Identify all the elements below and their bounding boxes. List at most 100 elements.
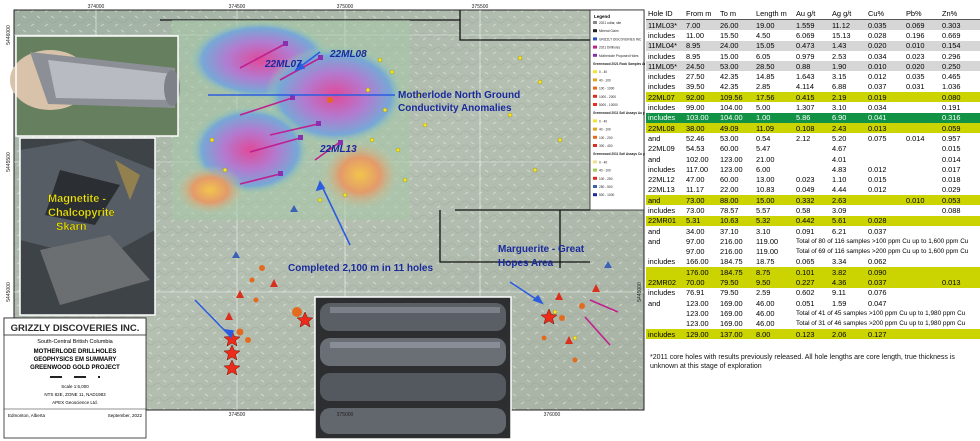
table-cell: 8.95	[684, 40, 718, 51]
table-cell: 22ML09	[648, 144, 675, 154]
table-cell: Total of 41 of 45 samples >100 ppm Cu up…	[796, 309, 966, 317]
column-header: Cu%	[866, 8, 904, 20]
table-cell: 39.50	[686, 82, 705, 92]
table-cell: and	[648, 236, 661, 246]
table-cell: 0.957	[942, 133, 961, 143]
table-cell	[904, 164, 940, 174]
table-row: includes 76.91 79.50 2.59 0.602 9.11 0.076	[646, 288, 980, 298]
legend-swatch	[593, 37, 597, 41]
table-cell: 2.53	[832, 51, 847, 61]
table-cell: 104.00	[720, 103, 743, 113]
table-row: includes 99.00 104.00 5.00 1.307 3.10 0.034 0.1…	[646, 102, 980, 112]
legend-swatch	[593, 168, 597, 172]
table-body: 11ML03* 7.00 26.00 19.00 1.559 11.12 0.035 0.06…	[646, 19, 980, 340]
table-cell: 3.34	[832, 257, 847, 267]
table-cell: 102.00	[686, 154, 709, 164]
table-row: 11ML04* 8.95 24.00 15.05 0.473 1.43 0.020 0.010…	[646, 40, 980, 51]
table-cell: 0.014	[906, 133, 925, 143]
table-cell: 49.09	[718, 122, 754, 134]
table-cell: 0.020	[866, 40, 904, 51]
table-cell: 60.00	[720, 144, 739, 154]
table-cell	[904, 102, 940, 112]
table-cell: includes	[648, 72, 676, 82]
table-cell: 0.047	[868, 298, 887, 308]
table-cell: 28.50	[754, 61, 794, 72]
callout-skarn-line1: Magnetite -	[48, 193, 106, 205]
legend-swatch	[593, 103, 597, 106]
table-cell: 0.415	[794, 92, 830, 103]
table-cell: 0.017	[942, 164, 961, 174]
table-row: includes 129.00 137.00 8.00 0.123 2.06 0.127	[646, 328, 980, 340]
table-cell: 1.559	[794, 19, 830, 31]
table-cell: and	[648, 298, 661, 308]
table-cell: 6.05	[756, 51, 771, 61]
table-row: 123.00 169.00 46.00 Total of 41 of 45 sampl…	[646, 308, 980, 318]
table-cell: 1.307	[796, 103, 815, 113]
legend-swatch	[593, 21, 597, 24]
table-cell: and	[648, 133, 661, 143]
table-cell: 0.069	[904, 19, 940, 31]
legend-swatch	[593, 45, 597, 49]
table-cell: 53.00	[720, 133, 739, 143]
hole-label-22ml07: 22ML07	[264, 59, 302, 70]
legend-item-label: 250 - 500	[599, 185, 613, 189]
table-cell: 15.05	[754, 40, 794, 51]
table-row: 176.00 184.75 8.75 0.101 3.82 0.090	[646, 267, 980, 278]
right-coord: 5445000	[637, 282, 643, 302]
table-cell: 4.114	[796, 82, 814, 92]
table-cell: 5.57	[756, 205, 771, 215]
table-cell: 79.50	[718, 277, 754, 288]
table-cell: 70.00	[684, 277, 718, 288]
table-cell: includes	[646, 328, 684, 340]
legend-item-label: 100 - 200	[599, 136, 613, 140]
table-cell: 42.35	[720, 82, 739, 92]
table-cell: 184.75	[718, 267, 754, 278]
table-cell: 166.00	[686, 257, 709, 267]
table-row: includes 8.95 15.00 6.05 0.979 2.53 0.034 0.023…	[646, 51, 980, 61]
table-cell: 9.50	[754, 277, 794, 288]
table-cell: 2.59	[756, 288, 771, 298]
table-cell: 5.61	[830, 215, 866, 226]
legend-item-label: 0 - 40	[599, 70, 607, 74]
table-cell: 22ML13	[648, 185, 675, 195]
legend-item-label: Greenwood 2011 Soil Assays Cu ppm	[593, 152, 645, 156]
table-cell: Total of 80 of 116 samples >100 ppm Cu u…	[796, 237, 969, 245]
table-cell: 1.643	[796, 72, 815, 82]
table-cell: includes	[648, 288, 676, 298]
table-cell	[904, 174, 940, 184]
company-name: GRIZZLY DISCOVERIES INC.	[11, 323, 140, 334]
table-row: includes 103.00 104.00 1.00 5.86 6.90 0.041 0.3…	[646, 112, 980, 123]
table-cell: 6.21	[832, 226, 847, 236]
table-cell: 129.00	[684, 328, 718, 340]
table-cell: 0.035	[906, 72, 925, 82]
table-cell: 37.10	[720, 226, 739, 236]
legend-item-label: 0 - 40	[599, 160, 607, 164]
table-cell: 0.602	[796, 288, 815, 298]
author: APEX Geoscience Ltd.	[52, 400, 98, 405]
callout-completed: Completed 2,100 m in 11 holes	[288, 263, 433, 274]
table-cell: 22.00	[720, 185, 739, 195]
em-conductivity-raster	[172, 20, 410, 220]
table-cell	[646, 267, 684, 278]
column-header: Pb%	[904, 8, 940, 20]
table-cell: 22ML08	[646, 122, 684, 134]
table-cell: 5.47	[756, 144, 771, 154]
title-line3: GREENWOOD GOLD PROJECT	[30, 365, 120, 371]
table-cell	[940, 267, 980, 278]
table-cell: 0.090	[866, 267, 904, 278]
legend-item-label: Greenwood 2021 Rock Samples Au g/t	[593, 62, 645, 66]
table-cell: 0.023	[906, 51, 925, 61]
table-cell	[866, 205, 904, 215]
table-cell: 27.50	[686, 72, 705, 82]
table-cell: 0.191	[942, 103, 961, 113]
legend-item-label: 40 - 100	[599, 128, 611, 132]
legend-item-label: 1000 - 2000	[599, 95, 616, 99]
table-cell: 169.00	[720, 308, 743, 318]
legend-swatch	[593, 144, 597, 147]
table-cell: 73.00	[684, 195, 718, 206]
legend-item-label: GRIZZLY DISCOVERIES INC	[599, 37, 642, 41]
table-cell: 5.00	[756, 103, 771, 113]
table-cell	[940, 226, 980, 236]
table-cell	[940, 215, 980, 226]
table-cell: 11ML04*	[646, 40, 684, 51]
